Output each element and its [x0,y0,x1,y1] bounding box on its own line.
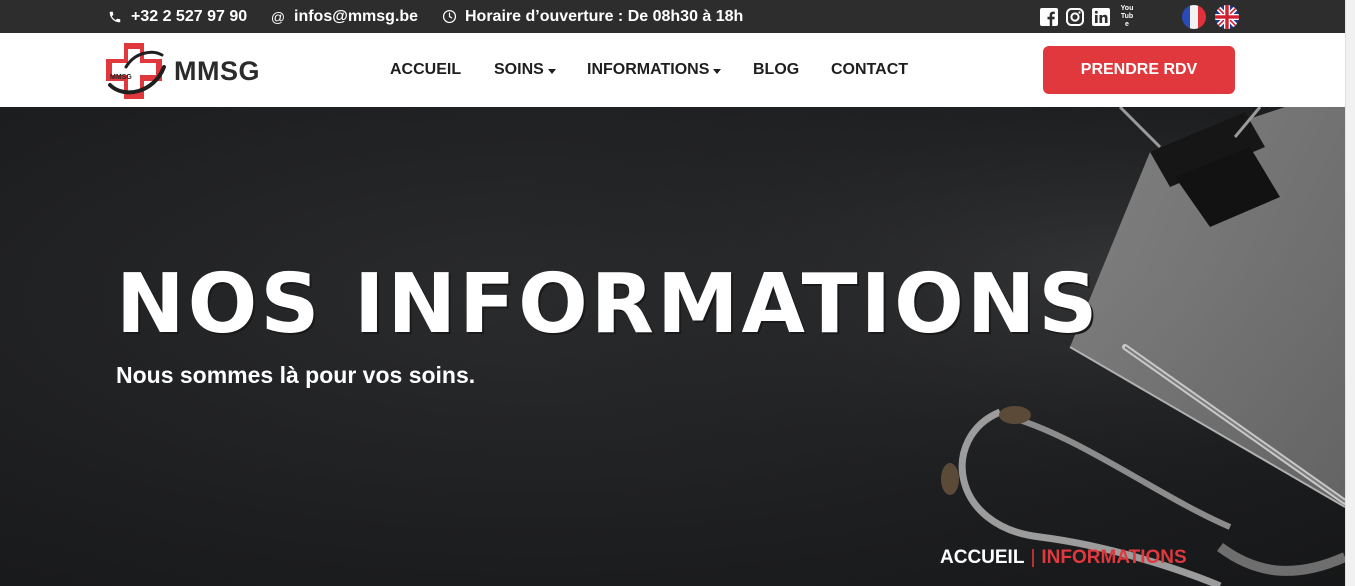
chevron-down-icon [547,68,556,74]
language-switcher [1182,5,1239,29]
facebook-icon[interactable] [1040,8,1058,26]
nav-item-accueil[interactable]: ACCUEIL [390,33,461,107]
email-address: infos@mmsg.be [294,7,419,25]
hero-banner: NOS INFORMATIONS Nous sommes là pour vos… [0,107,1345,586]
opening-hours: Horaire d’ouverture : De 08h30 à 18h [441,0,743,33]
nav-item-soins[interactable]: SOINS [494,33,556,107]
logo-wordmark: MMSG [174,55,260,86]
social-links: You Tube [1040,5,1136,28]
uk-flag-icon[interactable] [1215,5,1239,29]
phone-contact[interactable]: +32 2 527 97 90 [107,0,247,33]
fr-flag-icon[interactable] [1182,5,1206,29]
top-info-bar: +32 2 527 97 90 @ infos@mmsg.be Horaire … [0,0,1345,33]
nav-item-contact[interactable]: CONTACT [831,33,908,107]
breadcrumb-home-link[interactable]: ACCUEIL [940,547,1024,569]
nav-label: BLOG [753,61,800,78]
breadcrumb-separator: | [1030,547,1036,568]
phone-icon [107,9,123,25]
site-logo[interactable]: MMSG MMSG [104,41,260,101]
phone-number: +32 2 527 97 90 [131,7,248,25]
book-appointment-button[interactable]: PRENDRE RDV [1043,46,1235,94]
breadcrumb-current: INFORMATIONS [1041,547,1187,568]
nav-label: CONTACT [831,61,909,78]
medical-cross-logo-icon: MMSG [104,41,168,101]
nav-item-informations[interactable]: INFORMATIONS [587,33,722,107]
youtube-label: You Tube [1120,5,1134,28]
email-contact[interactable]: @ infos@mmsg.be [270,0,418,33]
main-navbar: MMSG MMSG ACCUEIL SOINS INFORMATIONS BLO… [0,33,1345,107]
linkedin-icon[interactable] [1092,8,1110,26]
nav-label: ACCUEIL [390,61,462,78]
nav-item-blog[interactable]: BLOG [753,33,799,107]
chevron-down-icon [713,68,722,74]
youtube-icon[interactable]: You Tube [1118,5,1136,28]
at-icon: @ [270,8,286,25]
instagram-icon[interactable] [1066,8,1084,26]
nav-label: INFORMATIONS [587,61,710,78]
page-title: NOS INFORMATIONS [116,257,1101,352]
nav-label: SOINS [494,61,544,78]
page-scrollbar[interactable] [1345,0,1355,586]
page-subtitle: Nous sommes là pour vos soins. [116,362,476,388]
breadcrumb: ACCUEIL | INFORMATIONS [940,547,1187,569]
logo-badge-text: MMSG [110,74,132,81]
hours-text: Horaire d’ouverture : De 08h30 à 18h [465,7,744,25]
clock-icon [441,9,457,25]
